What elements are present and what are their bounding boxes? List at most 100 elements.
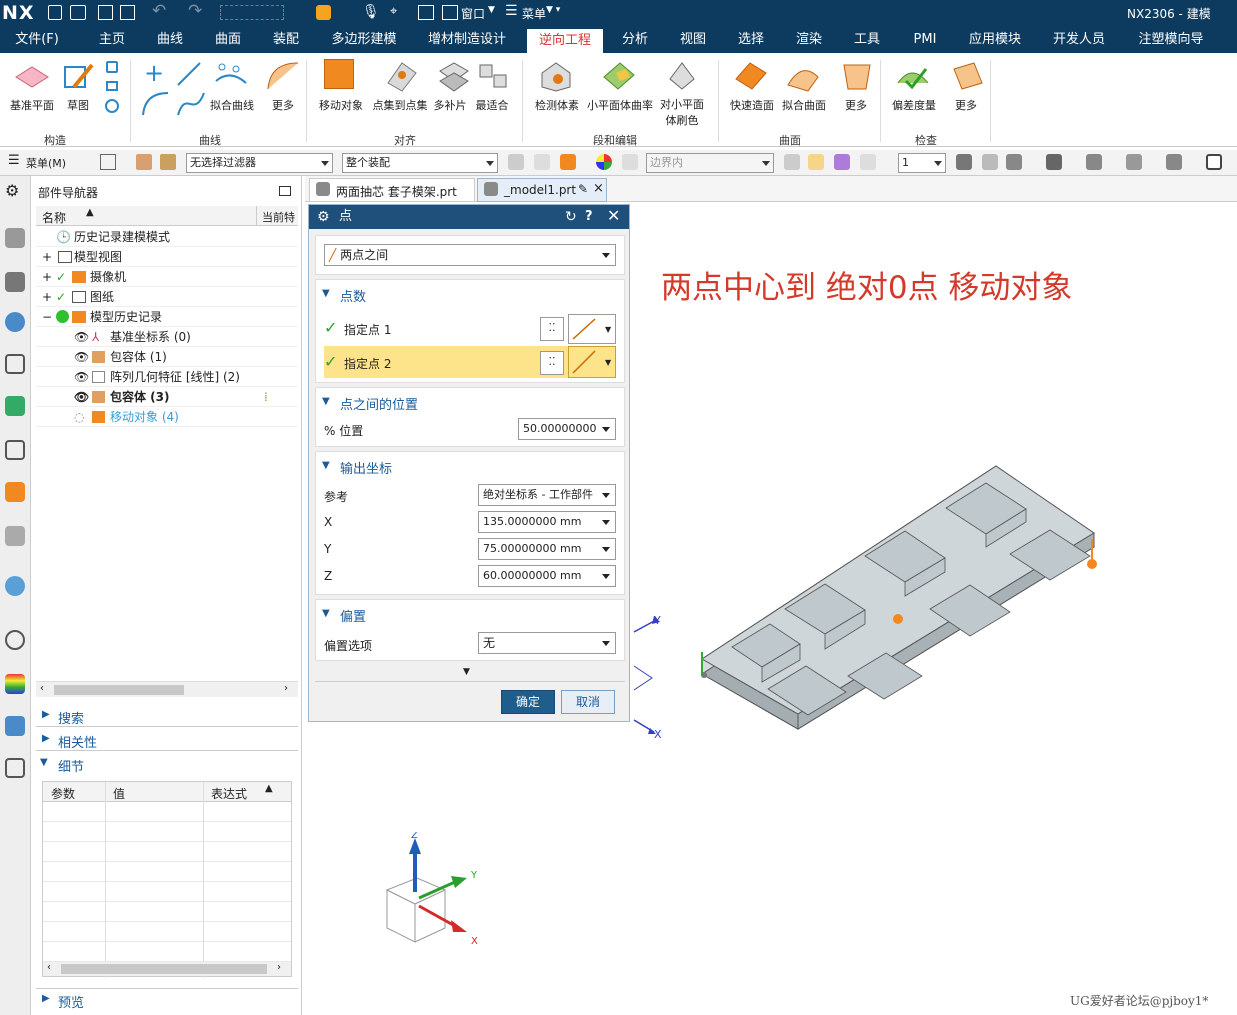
point-2-row[interactable]: ✓ 指定点 2 ⁚⁚ ▼ <box>324 346 616 378</box>
tab-document-2[interactable]: _model1.prt ✎ × <box>477 178 607 202</box>
chevron-down-icon[interactable]: ▼ <box>40 757 48 768</box>
palette-icon[interactable] <box>5 674 25 694</box>
clip-icon[interactable] <box>1166 154 1182 170</box>
column-current[interactable]: 当前特 <box>262 209 295 225</box>
list-item[interactable]: ◌ 移动对象 (4) <box>36 407 298 427</box>
reset-icon[interactable]: ↻ <box>565 205 577 229</box>
tab-assembly[interactable]: 装配 <box>262 26 310 53</box>
expand-icon[interactable]: + <box>42 247 52 267</box>
tab-developer[interactable]: 开发人员 <box>1044 26 1114 53</box>
facet-curvature-button[interactable]: 小平面体曲率 <box>584 97 656 113</box>
body-icon[interactable] <box>160 154 176 170</box>
horizontal-scrollbar[interactable]: ‹ › <box>36 681 298 697</box>
view-triad[interactable]: Z Y X <box>375 832 485 962</box>
edit-icon[interactable]: ✎ <box>578 182 588 196</box>
z-input[interactable]: 60.00000000 mm <box>478 565 616 587</box>
scroll-left-icon[interactable]: ‹ <box>47 962 51 973</box>
chevron-down-icon[interactable]: ▼ <box>322 608 330 619</box>
multi-patch-button[interactable]: 多补片 <box>430 97 470 113</box>
fit-curve-icon[interactable] <box>214 59 248 93</box>
reference-select[interactable]: 绝对坐标系 - 工作部件 <box>478 484 616 506</box>
move-object-button[interactable]: 移动对象 <box>314 97 368 113</box>
tab-reverse-engineering[interactable]: 逆向工程 <box>527 29 603 53</box>
sort-asc-icon[interactable]: ▲ <box>86 207 94 218</box>
search-section[interactable]: ▶ 搜索 <box>36 707 298 727</box>
list-item[interactable]: + 模型视图 <box>36 247 298 267</box>
open-icon[interactable] <box>70 5 86 20</box>
globe-icon[interactable] <box>5 576 25 596</box>
rapid-surfacing-button[interactable]: 快速造面 <box>726 97 778 113</box>
chevron-right-icon[interactable]: ▶ <box>42 709 50 720</box>
tab-home[interactable]: 主页 <box>88 26 136 53</box>
snap-icon[interactable] <box>534 154 550 170</box>
more-curve-icon[interactable] <box>266 59 300 93</box>
close-icon[interactable]: × <box>593 181 604 196</box>
column-name[interactable]: 名称 <box>42 209 66 226</box>
deviation-gauge-button[interactable]: 偏差度量 <box>886 97 942 113</box>
column-value[interactable]: 值 <box>113 785 125 802</box>
chevron-down-icon[interactable]: ▼ <box>322 396 330 407</box>
assembly-navigator-icon[interactable] <box>5 228 25 248</box>
more-inspect-icon[interactable] <box>950 59 984 93</box>
layer-icon[interactable] <box>1086 154 1102 170</box>
collapse-icon[interactable]: − <box>42 307 52 327</box>
list-item[interactable]: − 模型历史记录 <box>36 307 298 327</box>
deviation-gauge-icon[interactable] <box>896 59 930 93</box>
wrench-icon[interactable] <box>5 758 25 778</box>
save-icon[interactable] <box>98 5 113 20</box>
snap-icon[interactable] <box>508 154 524 170</box>
tab-document-1[interactable]: 两面抽芯 套子模架.prt <box>309 178 475 202</box>
gear-icon[interactable]: ⚙ <box>317 205 330 229</box>
chevron-down-icon[interactable]: ▼ <box>605 358 611 367</box>
hd3d-icon[interactable] <box>5 440 25 460</box>
menu-button[interactable]: 菜单(M) <box>26 155 66 171</box>
color-icon[interactable] <box>596 154 612 170</box>
tab-render[interactable]: 渲染 <box>786 26 832 53</box>
tab-polygon-modeling[interactable]: 多边形建模 <box>322 26 406 53</box>
preview-section[interactable]: ▶ 预览 <box>36 988 298 1011</box>
chevron-down-icon[interactable]: ▼ <box>488 5 495 15</box>
point-1-row[interactable]: ✓ 指定点 1 ⁚⁚ ▼ <box>324 312 616 344</box>
snap-point-icon[interactable] <box>808 154 824 170</box>
best-fit-icon[interactable] <box>476 59 510 93</box>
scroll-thumb[interactable] <box>54 685 184 695</box>
chevron-down-icon[interactable]: ▼ <box>322 288 330 299</box>
line-icon[interactable] <box>176 61 202 87</box>
point-dialog-icon[interactable]: ⁚⁚ <box>540 351 564 375</box>
horizontal-scrollbar[interactable]: ‹ › <box>43 962 291 976</box>
chevron-right-icon[interactable]: ▶ <box>42 733 50 744</box>
clipboard-icons[interactable] <box>220 5 284 20</box>
command-finder-icon[interactable]: ⌖ <box>390 4 397 19</box>
tab-mold-wizard[interactable]: 注塑模向导 <box>1128 26 1214 53</box>
point-icon[interactable]: + <box>144 59 164 87</box>
assembly-scope-select[interactable]: 整个装配 <box>342 153 498 173</box>
tab-select[interactable]: 选择 <box>728 26 774 53</box>
list-item[interactable]: 👁 包容体 (1) <box>36 347 298 367</box>
tab-tools[interactable]: 工具 <box>844 26 890 53</box>
render-icon[interactable] <box>982 154 998 170</box>
gear-icon[interactable]: ⚙ <box>5 181 25 201</box>
tab-file[interactable]: 文件(F) <box>8 26 66 53</box>
window-menu[interactable]: 窗口 <box>461 5 485 22</box>
cube-view-icon[interactable] <box>1046 154 1062 170</box>
column-expression[interactable]: 表达式 <box>211 785 247 802</box>
list-item[interactable]: 👁 包容体 (3) ⁞ <box>36 387 298 407</box>
point-dialog-icon[interactable]: ⁚⁚ <box>540 317 564 341</box>
graphics-window-left[interactable]: Z Y X <box>305 722 630 1015</box>
datum-plane-icon[interactable] <box>14 63 50 91</box>
body-select-icon[interactable] <box>560 154 576 170</box>
facet-paint-icon[interactable] <box>664 59 698 93</box>
scroll-right-icon[interactable]: › <box>284 683 288 694</box>
details-section[interactable]: ▼ 细节 <box>36 755 298 775</box>
eye-icon[interactable]: 👁 <box>74 367 89 387</box>
ok-button[interactable]: 确定 <box>501 690 555 714</box>
list-item[interactable]: 👁 阵列几何特征 [线性] (2) <box>36 367 298 387</box>
detect-primitives-icon[interactable] <box>538 59 572 93</box>
more-inspect-button[interactable]: 更多 <box>946 97 986 113</box>
rapid-surfacing-icon[interactable] <box>734 59 768 93</box>
eye-icon[interactable]: 👁 <box>74 347 89 367</box>
part-navigator-icon[interactable] <box>5 272 25 292</box>
chevron-down-icon[interactable]: ▼ <box>605 325 611 334</box>
detect-primitives-button[interactable]: 检测体素 <box>530 97 584 113</box>
list-item[interactable]: 🕒 历史记录建模模式 <box>36 227 298 247</box>
